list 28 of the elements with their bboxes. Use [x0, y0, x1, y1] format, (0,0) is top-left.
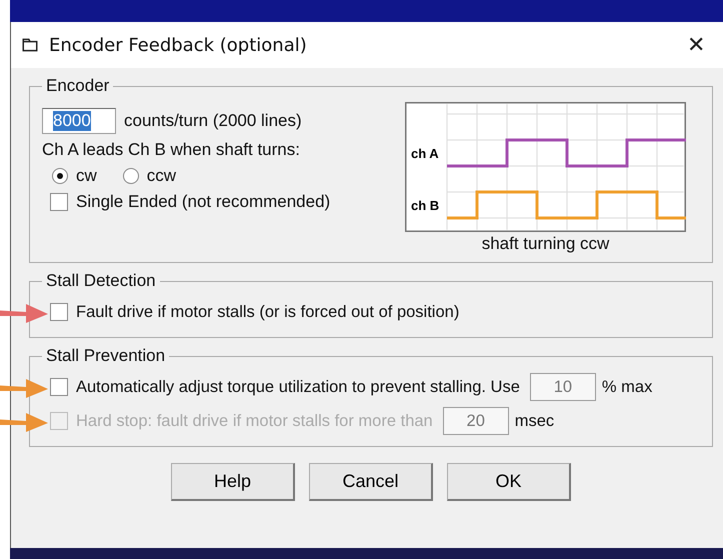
waveform-caption: shaft turning ccw: [482, 234, 610, 254]
channel-label: ch A: [411, 146, 439, 161]
unit-label: msec: [514, 412, 554, 430]
group-title: Stall Detection: [45, 271, 157, 291]
checkbox-option[interactable]: Automatically adjust torque utilization to prevent stalling. Use: [42, 378, 520, 396]
radio-button[interactable]: [122, 168, 139, 184]
radio-button[interactable]: [52, 168, 68, 184]
radio-option[interactable]: ccw: [122, 166, 176, 186]
value-field[interactable]: 10: [530, 373, 596, 401]
window-icon: [21, 36, 39, 54]
direction-label: Ch A leads Ch B when shaft turns:: [42, 140, 301, 160]
close-button[interactable]: ✕: [679, 32, 713, 58]
checkbox-option[interactable]: Fault drive if motor stalls (or is forced out of position): [42, 302, 460, 322]
counts-label: counts/turn (2000 lines): [124, 111, 302, 131]
unit-label: % max: [602, 378, 652, 396]
dialog-button[interactable]: Help: [171, 463, 295, 501]
radio-option[interactable]: cw: [52, 166, 97, 186]
checkbox[interactable]: [50, 303, 68, 321]
dialog-button[interactable]: OK: [447, 463, 571, 501]
window-title: Encoder Feedback (optional): [49, 34, 308, 56]
group-title: Stall Prevention: [45, 346, 166, 366]
group-title: Encoder: [45, 76, 110, 96]
checkbox-option[interactable]: Single Ended (not recommended): [42, 192, 330, 212]
checkbox[interactable]: [50, 193, 68, 211]
channel-label: ch B: [411, 198, 440, 213]
counts-field[interactable]: 8000: [42, 108, 116, 134]
checkbox[interactable]: [50, 378, 68, 396]
dialog-button[interactable]: Cancel: [309, 463, 433, 501]
